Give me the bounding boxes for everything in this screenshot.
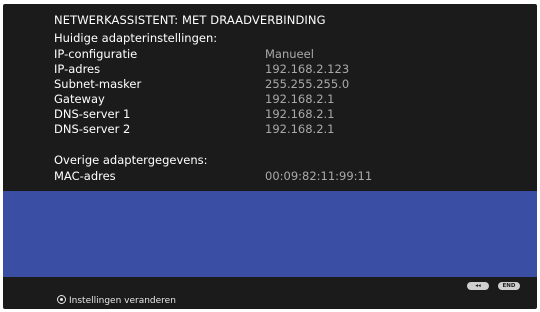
change-settings-hint[interactable]: Instellingen veranderen	[57, 295, 176, 306]
setting-key: DNS-server 1	[54, 107, 131, 121]
setting-key: IP-adres	[54, 62, 101, 76]
setting-value: 255.255.255.0	[265, 77, 350, 91]
setting-row-dns-server-1: DNS-server 1 192.168.2.1	[54, 107, 454, 122]
current-settings-label: Huidige adapterinstellingen:	[54, 31, 218, 45]
setting-key: DNS-server 2	[54, 122, 131, 136]
back-button[interactable]: ◂◂	[467, 282, 489, 290]
setting-key: Gateway	[54, 92, 105, 106]
end-button[interactable]: END	[498, 282, 520, 290]
setting-value: 192.168.2.1	[265, 92, 335, 106]
page-title: NETWERKASSISTENT: MET DRAADVERBINDING	[54, 13, 326, 27]
setting-row-dns-server-2: DNS-server 2 192.168.2.1	[54, 122, 454, 137]
ok-icon	[57, 295, 66, 304]
setting-key: Subnet-masker	[54, 77, 142, 91]
setting-value: 00:09:82:11:99:11	[265, 169, 373, 183]
setting-row-ip-configuration: IP-configuratie Manueel	[54, 47, 454, 62]
setting-row-subnet-mask: Subnet-masker 255.255.255.0	[54, 77, 454, 92]
setting-row-ip-address: IP-adres 192.168.2.123	[54, 62, 454, 77]
setting-row-gateway: Gateway 192.168.2.1	[54, 92, 454, 107]
setting-key: MAC-adres	[54, 169, 116, 183]
setting-value: 192.168.2.123	[265, 62, 350, 76]
setting-value: Manueel	[265, 47, 314, 61]
network-assistant-screen: NETWERKASSISTENT: MET DRAADVERBINDING Hu…	[3, 4, 537, 309]
setting-row-mac-address: MAC-adres 00:09:82:11:99:11	[54, 169, 454, 184]
setting-value: 192.168.2.1	[265, 107, 335, 121]
hint-label: Instellingen veranderen	[69, 296, 176, 306]
info-panel	[3, 191, 537, 277]
setting-key: IP-configuratie	[54, 47, 138, 61]
other-details-label: Overige adaptergegevens:	[54, 153, 208, 167]
setting-value: 192.168.2.1	[265, 122, 335, 136]
